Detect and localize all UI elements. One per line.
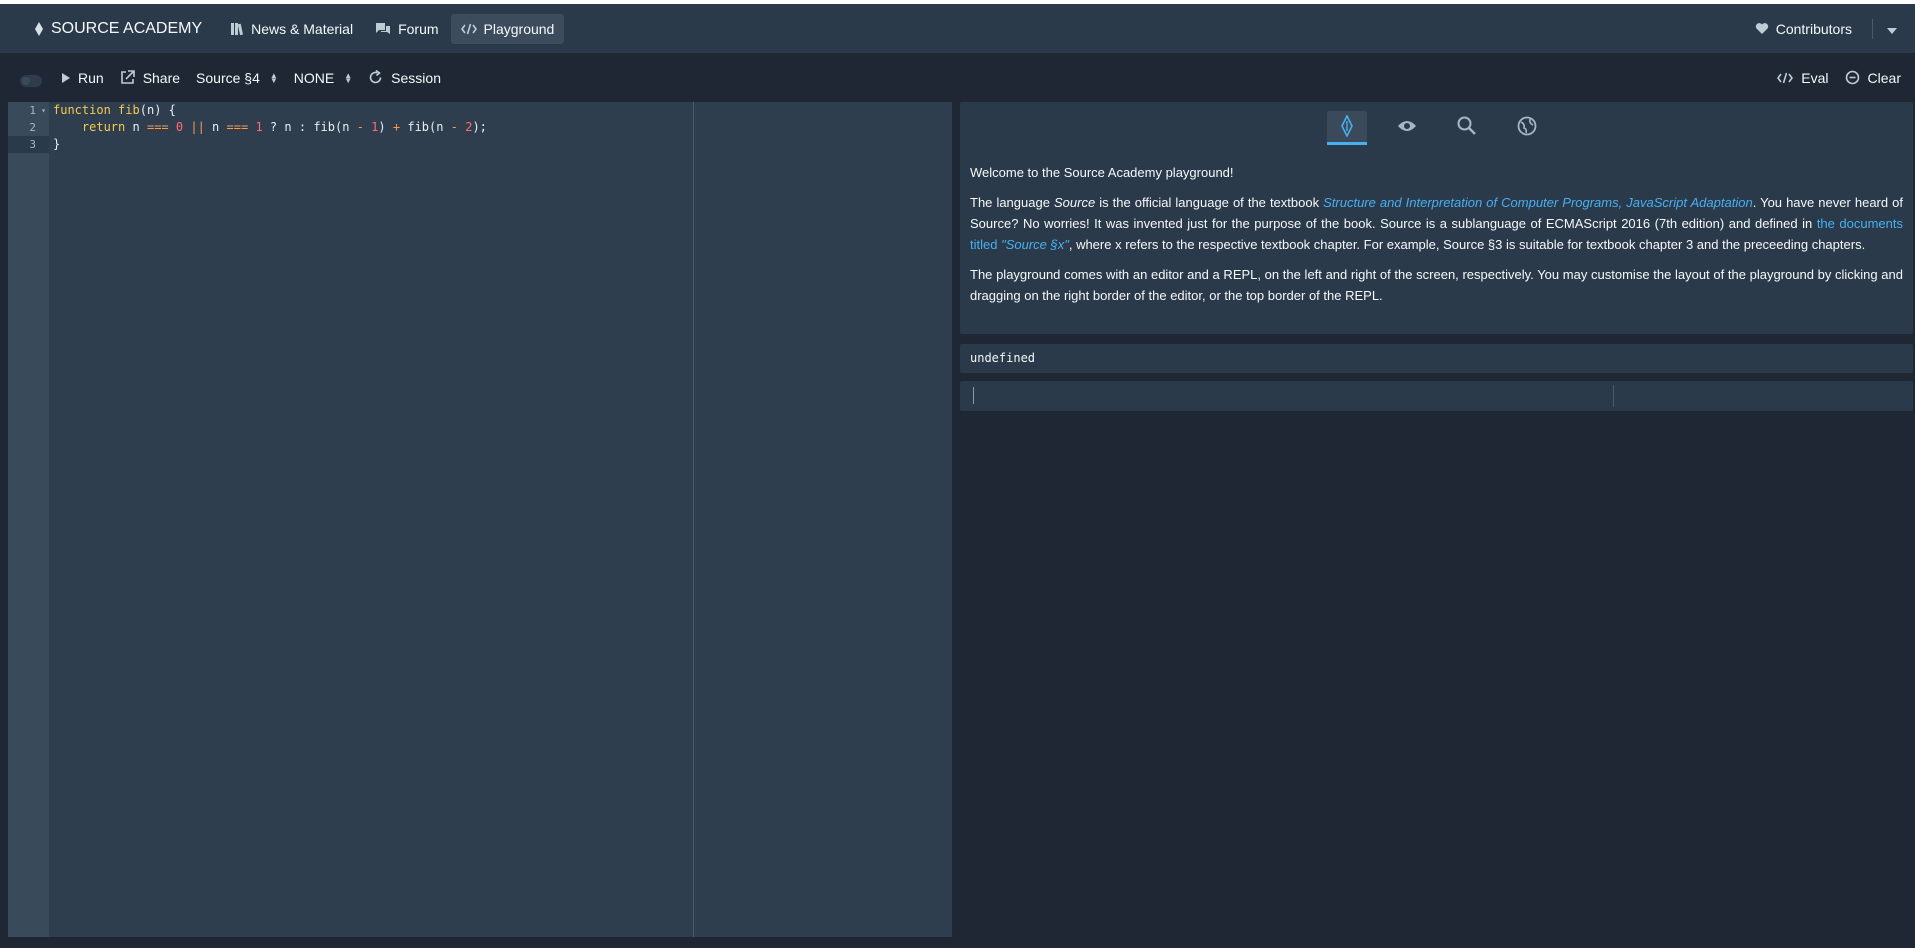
code-icon	[460, 23, 477, 35]
introduction-text: Welcome to the Source Academy playground…	[960, 148, 1913, 306]
play-icon	[62, 72, 70, 83]
nav-forum-label: Forum	[398, 20, 439, 37]
print-margin	[693, 102, 694, 937]
eval-button[interactable]: Eval	[1769, 63, 1836, 93]
code-line[interactable]: function fib(n) {	[53, 102, 487, 119]
double-caret-icon: ▲ ▼	[269, 70, 278, 85]
book-icon	[230, 22, 244, 36]
toolbar-right: Eval Clear	[1769, 53, 1909, 102]
user-menu-dropdown[interactable]	[1883, 14, 1913, 44]
navbar: SOURCE ACADEMY News & Material Forum Pla…	[0, 4, 1915, 53]
editor-gutter: 1 ▾ 2 3	[8, 102, 49, 937]
brand-link[interactable]: SOURCE ACADEMY	[24, 14, 212, 44]
clear-label: Clear	[1867, 69, 1901, 86]
double-caret-icon: ▲ ▼	[344, 70, 353, 85]
tab-introduction[interactable]	[1326, 111, 1367, 145]
contributors-button[interactable]: Contributors	[1745, 14, 1862, 44]
nav-news-material[interactable]: News & Material	[220, 14, 363, 44]
code-line[interactable]: }	[53, 136, 487, 153]
session-button[interactable]: Session	[360, 63, 449, 93]
welcome-text: Welcome to the Source Academy playground…	[970, 165, 1234, 180]
sicp-link[interactable]: Structure and Interpretation of Computer…	[1323, 195, 1753, 210]
chapter-select[interactable]: Source §4 ▲ ▼	[188, 63, 286, 93]
contributors-label: Contributors	[1775, 20, 1852, 37]
text-cursor	[973, 387, 974, 404]
caret-down-icon	[1887, 21, 1897, 37]
code-line[interactable]: return n === 0 || n === 1 ? n : fib(n - …	[53, 119, 487, 136]
eye-icon	[1397, 119, 1417, 136]
repl-panel: Welcome to the Source Academy playground…	[960, 102, 1913, 411]
code-icon	[1777, 72, 1794, 84]
remove-circle-icon	[1845, 70, 1860, 85]
brand-label: SOURCE ACADEMY	[51, 19, 203, 37]
session-label: Session	[391, 69, 441, 86]
autorun-toggle[interactable]	[20, 74, 42, 87]
layout-paragraph: The playground comes with an editor and …	[970, 267, 1903, 303]
clear-button[interactable]: Clear	[1837, 63, 1909, 93]
toggle-knob	[22, 76, 30, 85]
line-number[interactable]: 1 ▾	[8, 102, 49, 119]
globe-icon	[1517, 116, 1537, 139]
run-button[interactable]: Run	[54, 63, 112, 93]
nav-playground[interactable]: Playground	[450, 13, 565, 44]
variant-select-value: NONE	[293, 69, 335, 86]
code-editor[interactable]: 1 ▾ 2 3 function fib(n) { return n === 0 …	[8, 102, 952, 937]
playground-toolbar: Run Share Source §4 ▲ ▼ NONE ▲ ▼ Session E…	[0, 53, 1915, 102]
nav-playground-label: Playground	[483, 20, 555, 37]
source-logo-icon	[34, 21, 44, 36]
run-label: Run	[78, 69, 104, 86]
repl-print-margin	[1613, 385, 1614, 407]
refresh-icon	[368, 70, 383, 85]
introduction-icon	[1340, 113, 1354, 140]
navbar-right: Contributors	[1745, 4, 1915, 53]
share-icon	[120, 70, 135, 85]
search-icon	[1457, 116, 1476, 138]
tab-remote[interactable]	[1507, 111, 1547, 143]
eval-label: Eval	[1801, 69, 1829, 86]
line-number[interactable]: 3	[8, 136, 49, 153]
nav-news-material-label: News & Material	[251, 20, 354, 37]
navbar-divider	[1872, 18, 1873, 39]
variant-select[interactable]: NONE ▲ ▼	[286, 63, 360, 93]
line-number[interactable]: 2	[8, 119, 49, 136]
fold-arrow-icon[interactable]: ▾	[41, 102, 46, 119]
side-content-tabs	[960, 102, 1913, 148]
share-button[interactable]: Share	[112, 63, 188, 93]
side-content-card: Welcome to the Source Academy playground…	[960, 102, 1913, 334]
repl-input[interactable]	[960, 381, 1913, 411]
share-label: Share	[142, 69, 181, 86]
chapter-select-value: Source §4	[196, 69, 260, 86]
editor-code[interactable]: function fib(n) { return n === 0 || n ==…	[53, 102, 487, 153]
repl-output: undefined	[960, 344, 1913, 373]
chat-icon	[375, 22, 391, 36]
tab-search[interactable]	[1447, 111, 1487, 143]
nav-forum[interactable]: Forum	[365, 14, 448, 44]
intro-paragraph: The language Source is the official lang…	[970, 195, 1904, 252]
heart-icon	[1755, 22, 1769, 35]
tab-env-visualizer[interactable]	[1387, 111, 1427, 143]
